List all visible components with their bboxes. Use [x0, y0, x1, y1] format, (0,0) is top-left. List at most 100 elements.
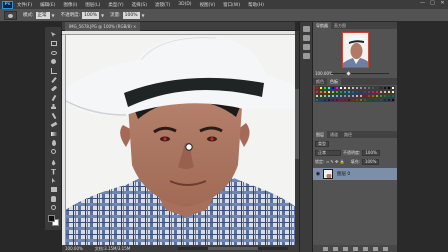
foreground-color-swatch[interactable]	[48, 215, 55, 222]
dodge-tool-icon[interactable]	[49, 148, 58, 155]
document-tab[interactable]: IMG_5678.JPG @ 100% (RGB/8) ×	[65, 21, 141, 31]
chevron-down-icon[interactable]: ▼	[142, 13, 145, 18]
info-panel-icon[interactable]	[303, 53, 310, 59]
lock-label: 锁定:	[315, 158, 325, 164]
document-tab-bar: IMG_5678.JPG @ 100% (RGB/8) ×	[62, 21, 295, 31]
layers-panel-tabs: 图层 通道 路径	[313, 131, 397, 138]
menu-filter[interactable]: 滤镜(T)	[155, 2, 170, 8]
document-size: 文档:3.15M/3.15M	[94, 245, 131, 251]
shape-tool-icon[interactable]	[49, 186, 58, 193]
layer-blend-row: 正常 不透明度: 100%	[315, 149, 380, 156]
adjustment-layer-icon[interactable]	[352, 246, 358, 251]
options-bar: 模式: 正常 ▼ 不透明度: 100% ▼ 流量: 100% ▼	[0, 9, 448, 22]
navigator-thumbnail	[343, 33, 368, 67]
swatches-grid	[315, 86, 395, 102]
hand-tool-icon[interactable]	[49, 195, 58, 202]
eye-icon[interactable]: ◉	[315, 171, 321, 177]
toolbox	[45, 27, 62, 230]
layer-filter-select[interactable]: 类型	[315, 140, 329, 147]
tab-channels[interactable]: 通道	[327, 131, 341, 138]
new-layer-icon[interactable]	[372, 246, 378, 251]
layer-opacity-label: 不透明度:	[343, 149, 361, 155]
add-mask-icon[interactable]	[342, 246, 348, 251]
layer-thumbnail-image	[324, 170, 332, 178]
navigator-preview[interactable]	[342, 32, 369, 68]
flow-field[interactable]: 100%	[122, 11, 140, 19]
tab-layers[interactable]: 图层	[313, 131, 327, 138]
new-group-icon[interactable]	[362, 246, 368, 251]
fill-label: 填充:	[350, 158, 360, 164]
crop-tool-icon[interactable]	[49, 67, 58, 74]
blend-mode-select[interactable]: 正常	[315, 149, 341, 156]
menu-file[interactable]: 文件(F)	[17, 2, 32, 8]
menu-type[interactable]: 类型(Y)	[108, 2, 123, 8]
minimize-icon[interactable]: —	[420, 1, 425, 6]
menu-3d[interactable]: 3D(D)	[178, 2, 191, 7]
tab-color[interactable]: 颜色	[313, 78, 327, 85]
eraser-tool-icon[interactable]	[49, 121, 58, 128]
menu-edit[interactable]: 编辑(E)	[40, 2, 55, 8]
tab-histogram[interactable]: 直方图	[331, 22, 349, 29]
color-swatch[interactable]	[391, 98, 395, 102]
lock-icons[interactable]: ▫ ✎ ✥ 🔒	[326, 159, 344, 164]
clone-stamp-tool-icon[interactable]	[49, 103, 58, 110]
layer-opacity-field[interactable]: 100%	[362, 149, 380, 156]
zoom-tool-icon[interactable]	[49, 204, 58, 211]
properties-panel-icon[interactable]	[303, 44, 310, 50]
layer-filter-row: 类型	[315, 140, 329, 147]
type-tool-icon[interactable]	[49, 168, 58, 175]
image-canvas[interactable]	[66, 35, 295, 245]
fill-field[interactable]: 100%	[361, 158, 380, 165]
mode-label: 模式:	[23, 13, 34, 18]
opacity-label: 不透明度:	[60, 13, 81, 18]
link-layers-icon[interactable]	[322, 246, 328, 251]
delete-layer-icon[interactable]	[382, 246, 388, 251]
quick-select-tool-icon[interactable]	[49, 58, 58, 65]
menu-view[interactable]: 视图(V)	[200, 2, 216, 8]
blur-tool-icon[interactable]	[49, 139, 58, 146]
layer-style-icon[interactable]	[332, 246, 338, 251]
menu-image[interactable]: 图像(I)	[63, 2, 77, 8]
color-panel-tabs: 颜色 色板	[313, 78, 397, 85]
horizontal-scrollbar[interactable]	[178, 247, 288, 250]
tab-paths[interactable]: 路径	[341, 131, 355, 138]
brush-tool-icon[interactable]	[49, 94, 58, 101]
layer-name[interactable]: 图层 0	[337, 171, 350, 177]
maximize-icon[interactable]: □	[430, 1, 435, 6]
window-controls: — □ ✕	[420, 1, 445, 6]
menu-help[interactable]: 帮助(H)	[248, 2, 264, 8]
menu-bar: Ps 文件(F) 编辑(E) 图像(I) 图层(L) 类型(Y) 选择(S) 滤…	[0, 0, 448, 9]
path-select-tool-icon[interactable]	[49, 177, 58, 184]
mode-select[interactable]: 正常	[35, 11, 50, 19]
layer-row[interactable]: ◉ 图层 0	[313, 168, 397, 180]
close-icon[interactable]: ✕	[440, 1, 445, 6]
layer-thumbnail	[323, 169, 333, 179]
portrait-photo	[66, 35, 295, 245]
tab-navigator[interactable]: 导航器	[313, 22, 331, 29]
actions-panel-icon[interactable]	[303, 35, 310, 41]
flow-label: 流量:	[110, 13, 121, 18]
opacity-field[interactable]: 100%	[82, 11, 100, 19]
chevron-down-icon[interactable]: ▼	[52, 13, 55, 18]
move-tool-icon[interactable]	[49, 31, 58, 38]
history-panel-icon[interactable]	[303, 26, 310, 32]
chevron-down-icon[interactable]: ▼	[101, 13, 104, 18]
menu-select[interactable]: 选择(S)	[132, 2, 147, 8]
tab-swatches[interactable]: 色板	[327, 78, 341, 85]
layers-footer	[313, 245, 397, 252]
healing-brush-tool-icon[interactable]	[49, 85, 58, 92]
layer-lock-row: 锁定: ▫ ✎ ✥ 🔒 填充: 100%	[315, 158, 380, 165]
tool-preset-picker[interactable]	[4, 10, 17, 20]
menu-window[interactable]: 窗口(W)	[223, 2, 240, 8]
history-brush-tool-icon[interactable]	[49, 112, 58, 119]
gradient-tool-icon[interactable]	[49, 130, 58, 137]
zoom-level[interactable]: 100.00%	[65, 246, 83, 251]
eyedropper-tool-icon[interactable]	[49, 76, 58, 83]
pen-tool-icon[interactable]	[49, 159, 58, 166]
menu-layer[interactable]: 图层(L)	[85, 2, 100, 8]
navigator-zoom-slider[interactable]	[331, 73, 389, 74]
navigator-panel-tabs: 导航器 直方图	[313, 22, 397, 29]
lasso-tool-icon[interactable]	[49, 49, 58, 56]
marquee-tool-icon[interactable]	[49, 40, 58, 47]
empty-workspace	[397, 22, 448, 252]
